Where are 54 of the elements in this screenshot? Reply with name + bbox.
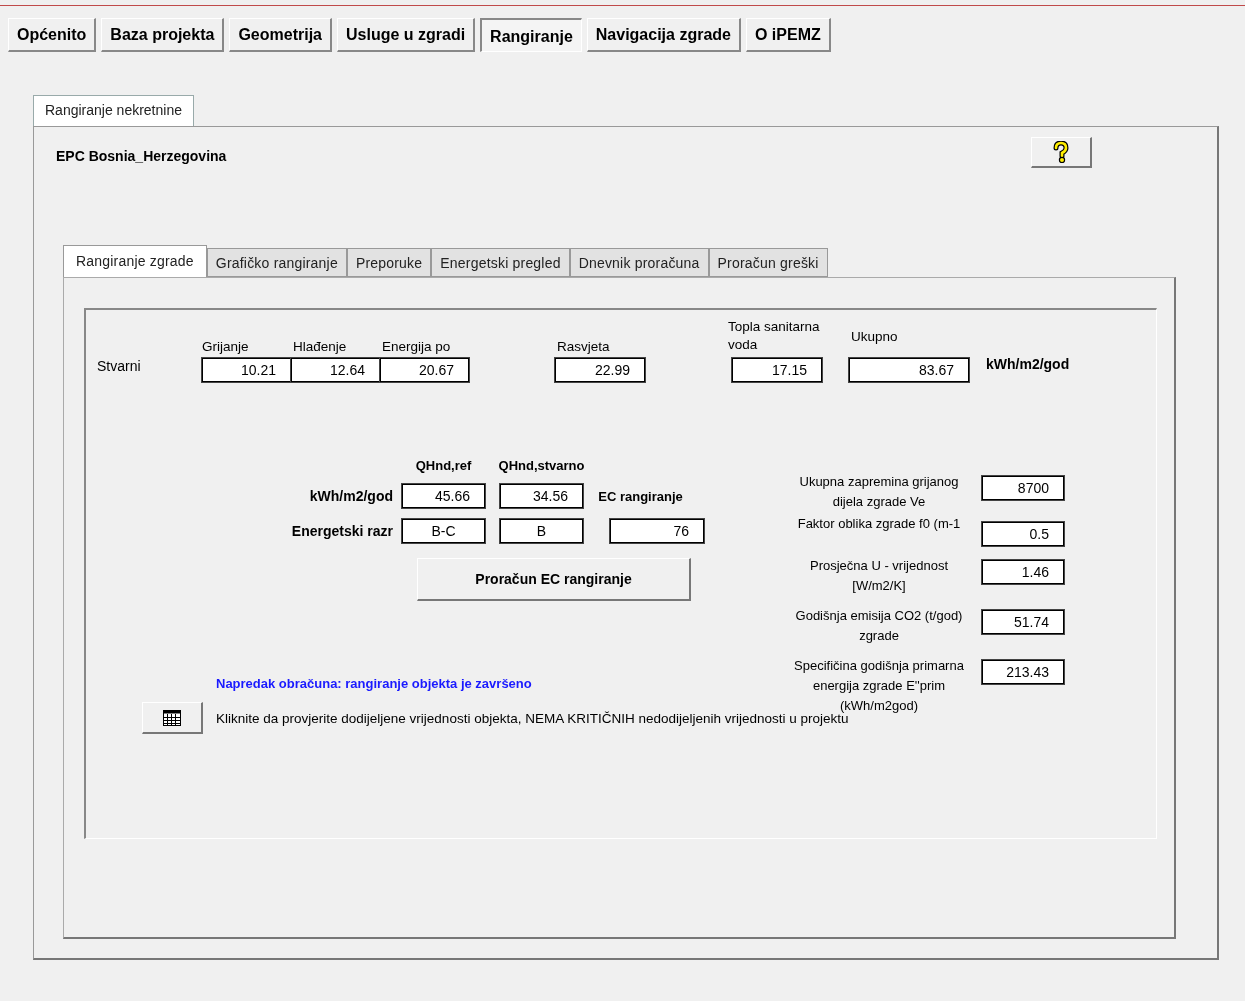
- field-label: Ukupna zapremina grijanog dijela zgrade Ve: [798, 473, 960, 511]
- field-label: Godišnja emisija CO2 (t/god) zgrade: [794, 607, 964, 645]
- help-button[interactable]: [1031, 137, 1092, 168]
- value-field[interactable]: 213.43: [982, 660, 1064, 684]
- column-label: Energija po: [381, 339, 452, 354]
- column-label: QHnd,stvarno: [498, 458, 585, 473]
- unit-label: kWh/m2/god: [986, 356, 1070, 372]
- column-label: Topla sanitarna voda: [727, 318, 821, 354]
- main-tab[interactable]: O iPEMZ: [745, 18, 831, 52]
- value-field[interactable]: 17.15: [732, 358, 822, 382]
- value-field[interactable]: 1.46: [982, 560, 1064, 584]
- value-field[interactable]: 8700: [982, 476, 1064, 500]
- main-tab[interactable]: Općenito: [8, 18, 97, 52]
- value-field[interactable]: 20.67: [380, 358, 469, 382]
- column-label: Ukupno: [850, 329, 899, 344]
- section-tab[interactable]: Energetski pregled: [431, 248, 570, 277]
- value-field[interactable]: B-C: [402, 519, 485, 543]
- value-field[interactable]: 12.64: [291, 358, 380, 382]
- main-tab[interactable]: Baza projekta: [101, 18, 225, 52]
- value-field[interactable]: 22.99: [555, 358, 645, 382]
- value-field[interactable]: 34.56: [500, 484, 583, 508]
- column-label: EC rangiranje: [598, 488, 683, 504]
- value-field[interactable]: 83.67: [849, 358, 969, 382]
- calculate-button[interactable]: Proračun EC rangiranje: [417, 558, 691, 601]
- check-values-button[interactable]: [142, 702, 203, 734]
- field-label: Prosječna U - vrijednost [W/m2/K]: [809, 557, 949, 595]
- page-title: EPC Bosnia_Herzegovina: [56, 148, 227, 164]
- page-tab[interactable]: Rangiranje nekretnine: [33, 95, 194, 126]
- column-label: Grijanje: [202, 339, 250, 354]
- column-label: Hlađenje: [292, 339, 348, 354]
- row-label: Stvarni: [97, 358, 142, 374]
- section-tab[interactable]: Rangiranje zgrade: [63, 245, 207, 277]
- section-tab[interactable]: Preporuke: [346, 248, 432, 277]
- question-icon: [1051, 141, 1071, 163]
- progress-message: Napredak obračuna: rangiranje objekta je završeno: [216, 676, 532, 691]
- column-label: Rasvjeta: [556, 339, 611, 354]
- column-label: QHnd,ref: [415, 458, 472, 473]
- value-field[interactable]: 76: [610, 519, 704, 543]
- value-field[interactable]: 51.74: [982, 610, 1064, 634]
- value-field[interactable]: 45.66: [402, 484, 485, 508]
- main-tab[interactable]: Rangiranje: [480, 18, 582, 52]
- table-icon: [163, 709, 181, 726]
- section-tab[interactable]: Grafičko rangiranje: [206, 248, 347, 277]
- row-label: Energetski razr: [290, 523, 393, 539]
- field-label: Faktor oblika zgrade f0 (m-1: [796, 515, 962, 533]
- main-tab[interactable]: Geometrija: [229, 18, 332, 52]
- main-tab[interactable]: Usluge u zgradi: [337, 18, 476, 52]
- value-field[interactable]: 0.5: [982, 522, 1064, 546]
- row-label: kWh/m2/god: [308, 488, 393, 504]
- main-tab[interactable]: Navigacija zgrade: [586, 18, 741, 52]
- value-field[interactable]: B: [500, 519, 583, 543]
- section-tab[interactable]: Dnevnik proračuna: [569, 248, 709, 277]
- section-tab[interactable]: Proračun greški: [708, 248, 828, 277]
- value-field[interactable]: 10.21: [202, 358, 291, 382]
